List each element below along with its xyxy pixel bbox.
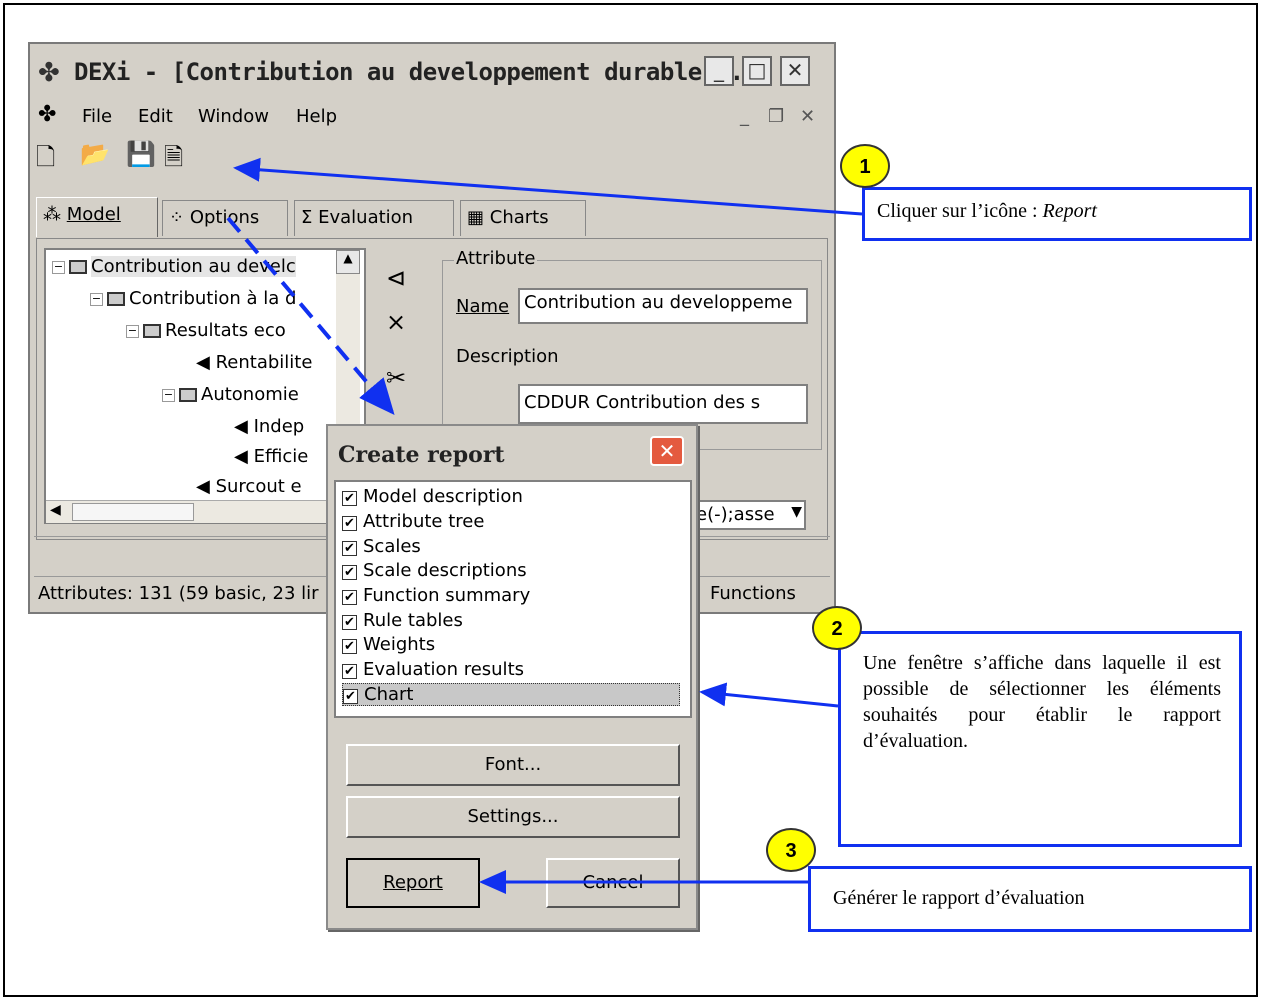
step2-arrow (699, 682, 839, 708)
dashed-pointer-arrow (226, 216, 395, 416)
step1-arrow (233, 157, 863, 216)
annotation-arrows (226, 157, 863, 894)
